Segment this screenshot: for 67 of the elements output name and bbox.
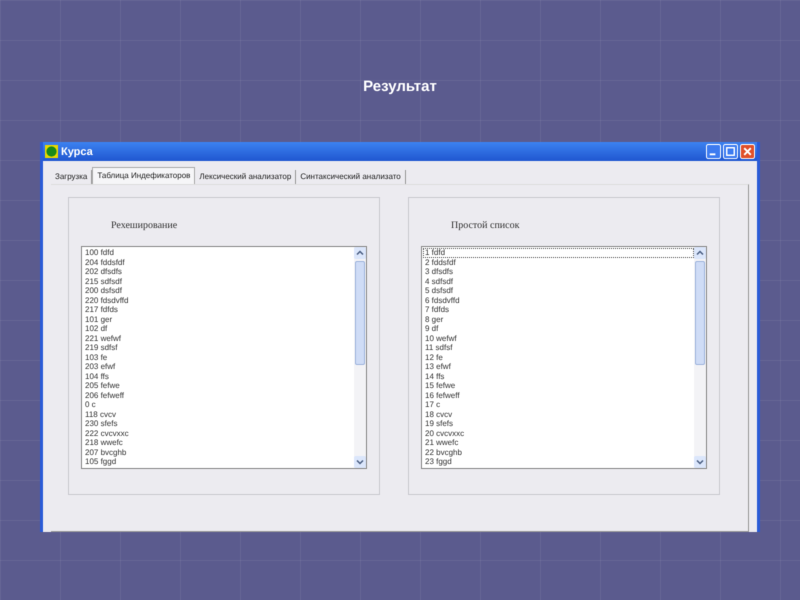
maximize-button[interactable] [723, 144, 738, 159]
list-item[interactable]: 0 c [83, 400, 354, 410]
scroll-down-icon[interactable] [354, 456, 366, 468]
list-item[interactable]: 200 dsfsdf [83, 286, 354, 296]
list-item[interactable]: 230 sfefs [83, 419, 354, 428]
list-item[interactable]: 222 cvcvxxc [83, 428, 354, 438]
tab[interactable]: Синтаксический анализато [296, 170, 406, 184]
list-item[interactable]: 14 ffs [423, 372, 694, 381]
app-icon [45, 145, 58, 158]
list-item[interactable]: 22 bvcghb [423, 448, 694, 457]
list-item[interactable]: 105 fggd [83, 457, 354, 466]
list-box[interactable] [81, 246, 367, 469]
list-item[interactable]: 4 sdfsdf [423, 276, 694, 286]
list-item[interactable]: 204 fddsfdf [83, 258, 354, 267]
list-item[interactable]: 100 fdfd [83, 248, 354, 258]
scroll-up-icon[interactable] [354, 247, 366, 259]
scrollbar[interactable] [354, 247, 366, 468]
list-item[interactable]: 217 fdfds [83, 305, 354, 314]
list-item[interactable]: 11 sdfsf [423, 343, 694, 352]
list-item[interactable]: 6 fdsdvffd [423, 296, 694, 305]
list-item[interactable]: 15 fefwe [423, 381, 694, 390]
list-item[interactable]: 215 sdfsdf [83, 276, 354, 286]
list-item[interactable]: 206 fefweff [83, 390, 354, 400]
tab[interactable]: Таблица Индефикаторов [92, 167, 196, 184]
list-item[interactable]: 10 wefwf [423, 334, 694, 343]
list-item[interactable]: 220 fdsdvffd [83, 296, 354, 305]
list-item[interactable]: 17 c [423, 400, 694, 410]
list-item[interactable]: 203 efwf [83, 362, 354, 372]
list-item[interactable]: 23 fggd [423, 457, 694, 466]
list-item[interactable]: 7 fdfds [423, 305, 694, 314]
list-item[interactable]: 221 wefwf [83, 334, 354, 343]
list-item[interactable]: 19 sfefs [423, 419, 694, 428]
list-item[interactable]: 2 fddsfdf [423, 258, 694, 267]
list-item[interactable]: 20 cvcvxxc [423, 428, 694, 438]
list-title: Рехеширование [111, 220, 178, 233]
list-item[interactable]: 103 fe [83, 352, 354, 362]
slide-title: Результат [362, 78, 438, 97]
list-item[interactable]: 21 wwefc [423, 438, 694, 448]
tab[interactable]: Лексический анализатор [195, 170, 296, 184]
minimize-button[interactable] [706, 144, 721, 159]
scrollbar[interactable] [694, 247, 706, 468]
list-box[interactable]: 1 fdfd 2 fddsfdf 3 dfsdfs 4 sdfsdf 5 dsfsdf 6 fdsdvffd 7 fdfds 8 ger 9 df 10 wefwf 11 sdfsf 12 fe 13 efwf 14 ffs 15 fefwe 16 fefweff 17 c 18 cvcv 19 sfefs 20 cvcvxxc 21 wwefc 22 bvcghb 23 fggd [421, 246, 707, 469]
list-item[interactable]: 3 dfsdfs [423, 267, 694, 276]
list-item[interactable]: 12 fe [423, 352, 694, 362]
list-item[interactable]: 205 fefwe [83, 381, 354, 390]
list-item[interactable]: 202 dfsdfs [83, 267, 354, 276]
list-item[interactable]: 219 sdfsf [83, 343, 354, 352]
list-title: Простой список [451, 220, 520, 233]
list-item[interactable]: 102 df [83, 324, 354, 334]
close-button[interactable] [740, 144, 755, 159]
list-item[interactable]: 218 wwefc [83, 438, 354, 448]
list-item[interactable]: 118 cvcv [83, 410, 354, 419]
scroll-thumb[interactable] [355, 261, 365, 365]
list-item[interactable]: 8 ger [423, 314, 694, 324]
scroll-down-icon[interactable] [694, 456, 706, 468]
list-item[interactable]: 9 df [423, 324, 694, 334]
list-item[interactable]: 1 fdfd [423, 248, 694, 258]
list-item[interactable]: 18 cvcv [423, 410, 694, 419]
list-item[interactable]: 13 efwf [423, 362, 694, 372]
list-item[interactable]: 101 ger [83, 314, 354, 324]
list-item[interactable]: 5 dsfsdf [423, 286, 694, 296]
scroll-up-icon[interactable] [694, 247, 706, 259]
scroll-thumb[interactable] [695, 261, 705, 365]
window-title: Курса [61, 146, 93, 158]
list-item[interactable]: 16 fefweff [423, 390, 694, 400]
list-item[interactable]: 207 bvcghb [83, 448, 354, 457]
list-item[interactable]: 104 ffs [83, 372, 354, 381]
